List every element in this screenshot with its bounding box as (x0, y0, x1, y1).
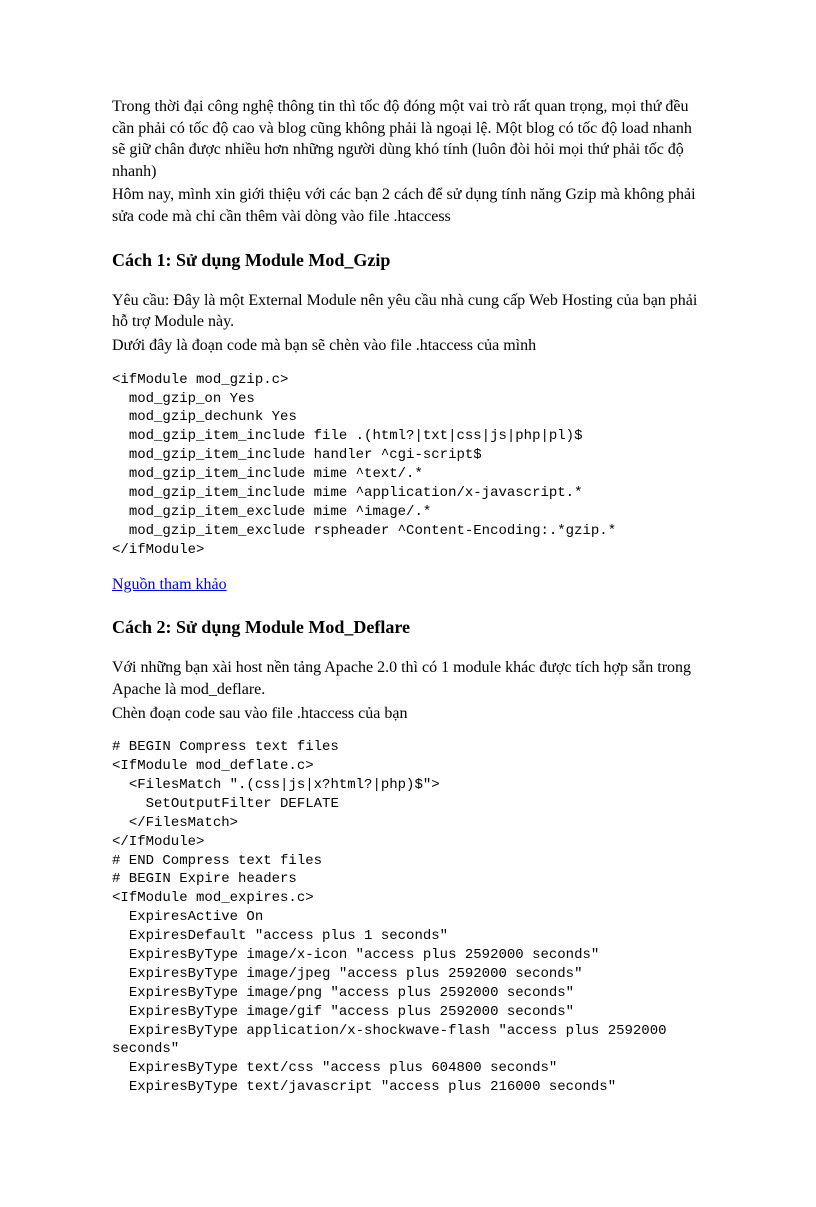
code-block-mod-gzip: <ifModule mod_gzip.c> mod_gzip_on Yes mo… (112, 371, 704, 560)
code-block-mod-deflate: # BEGIN Compress text files <IfModule mo… (112, 738, 704, 1097)
section-2-heading: Cách 2: Sử dụng Module Mod_Deflare (112, 615, 704, 639)
section-1-requirement: Yêu cầu: Đây là một External Module nên … (112, 290, 704, 333)
reference-link[interactable]: Nguồn tham khảo (112, 576, 227, 593)
section-2-paragraph-1: Với những bạn xài host nền tảng Apache 2… (112, 657, 704, 700)
intro-paragraph-1: Trong thời đại công nghệ thông tin thì t… (112, 96, 704, 182)
section-1-note: Dưới đây là đoạn code mà bạn sẽ chèn vào… (112, 335, 704, 357)
section-2-paragraph-2: Chèn đoạn code sau vào file .htaccess củ… (112, 703, 704, 725)
intro-paragraph-2: Hôm nay, mình xin giới thiệu với các bạn… (112, 184, 704, 227)
section-1-heading: Cách 1: Sử dụng Module Mod_Gzip (112, 248, 704, 272)
